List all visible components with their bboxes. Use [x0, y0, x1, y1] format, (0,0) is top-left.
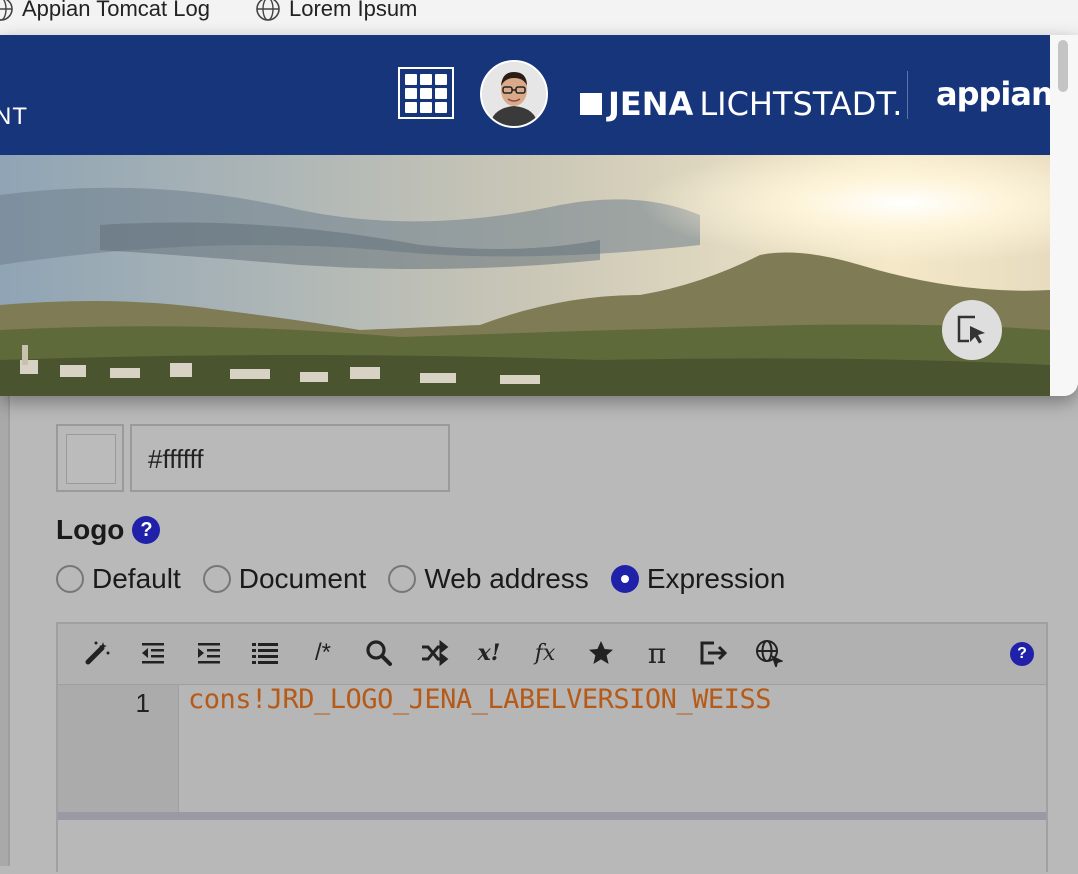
radio-label: Web address [424, 563, 589, 594]
logo-source-radio-group: Default Document Web address Expression [56, 563, 785, 595]
format-icon[interactable] [248, 636, 282, 670]
magic-wand-icon[interactable] [80, 636, 114, 670]
jena-logo-bold: JENA [608, 85, 694, 123]
side-panel-edge [0, 396, 8, 866]
bookmark-label: Appian Tomcat Log [22, 0, 210, 21]
export-icon[interactable] [696, 636, 730, 670]
banner-image [0, 155, 1050, 396]
header-divider [907, 71, 908, 119]
editor-help-icon[interactable]: ? [1010, 642, 1034, 666]
radio-label: Document [238, 563, 367, 594]
radio-default[interactable]: Default [56, 563, 181, 595]
globe-icon [0, 0, 13, 21]
comment-icon[interactable]: /* [306, 636, 340, 670]
cursor-select-icon [957, 315, 985, 344]
radio-web-address[interactable]: Web address [388, 563, 589, 595]
search-icon[interactable] [362, 636, 396, 670]
editor-toolbar: /* x! fx π ? [58, 624, 1046, 685]
bookmark-lorem-ipsum[interactable]: Lorem Ipsum [255, 0, 417, 22]
help-icon[interactable]: ? [132, 516, 161, 544]
radio-circle-selected[interactable] [610, 565, 639, 593]
select-element-button[interactable] [942, 300, 1002, 360]
radio-circle[interactable] [56, 565, 84, 593]
radio-label: Default [92, 563, 181, 594]
radio-circle[interactable] [388, 565, 417, 593]
globe-icon[interactable] [752, 636, 786, 670]
app-grid-icon[interactable] [398, 67, 454, 119]
variable-icon[interactable]: x! [472, 636, 506, 670]
color-hex-input[interactable]: #ffffff [130, 424, 450, 492]
shuffle-icon[interactable] [418, 636, 452, 670]
radio-document[interactable]: Document [202, 563, 367, 595]
bookmarks-bar: Appian Tomcat Log Lorem Ipsum [0, 0, 1078, 35]
star-icon[interactable] [584, 636, 618, 670]
jena-logo: JENA LICHTSTADT. [580, 85, 902, 123]
color-swatch[interactable] [56, 424, 124, 492]
jena-logo-light: LICHTSTADT. [699, 85, 903, 123]
avatar[interactable] [480, 60, 548, 128]
globe-icon [256, 0, 280, 21]
preview-scrollbar[interactable] [1050, 35, 1078, 396]
logo-label-text: Logo [56, 514, 125, 545]
header-nav-text[interactable]: NT [0, 103, 28, 131]
bookmark-appian-tomcat-log[interactable]: Appian Tomcat Log [0, 0, 210, 22]
function-icon[interactable]: fx [528, 636, 562, 670]
outdent-icon[interactable] [136, 636, 170, 670]
scrollbar-thumb[interactable] [1058, 40, 1068, 92]
pi-icon[interactable]: π [640, 636, 674, 670]
line-number: 1 [135, 688, 150, 718]
radio-circle[interactable] [202, 565, 231, 593]
editor-resize-bar[interactable] [58, 812, 1046, 820]
indent-icon[interactable] [192, 636, 226, 670]
radio-expression[interactable]: Expression [610, 563, 786, 595]
logo-field-label: Logo ? [56, 514, 161, 546]
radio-label: Expression [646, 563, 786, 594]
bookmark-label: Lorem Ipsum [289, 0, 418, 21]
preview-window: NT JENA LICHTSTADT. appian [0, 35, 1078, 396]
appian-logo: appian [936, 75, 1054, 113]
expression-editor: /* x! fx π ? 1 cons!JRD_LOGO_JENA_LABELV… [56, 622, 1048, 874]
code-line[interactable]: cons!JRD_LOGO_JENA_LABELVERSION_WEISS [188, 684, 771, 715]
app-header: NT JENA LICHTSTADT. appian [0, 35, 1054, 155]
side-panel-border [8, 396, 10, 866]
